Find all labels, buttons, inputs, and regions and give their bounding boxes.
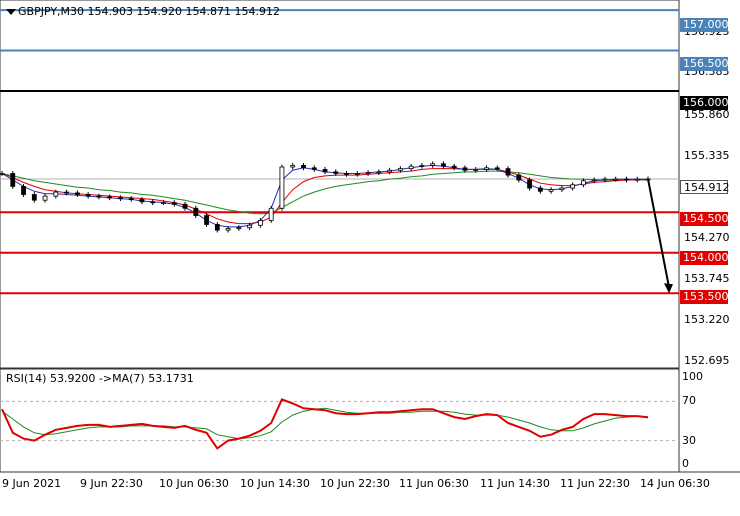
candle-body bbox=[311, 167, 317, 170]
forecast-arrow-shaft bbox=[647, 178, 670, 288]
candle-body bbox=[333, 171, 339, 174]
candle-body bbox=[21, 186, 26, 195]
candle-body bbox=[301, 164, 306, 169]
candle-body bbox=[451, 165, 457, 169]
candle-body bbox=[494, 167, 500, 170]
candle-body bbox=[430, 163, 436, 166]
candle-body bbox=[247, 224, 253, 229]
candle-body bbox=[365, 172, 371, 175]
candle-body bbox=[484, 167, 489, 170]
candle-body bbox=[139, 198, 145, 203]
candle-body bbox=[354, 173, 360, 175]
candle-body bbox=[473, 169, 479, 171]
forecast-arrow-head bbox=[664, 283, 673, 294]
candle-body bbox=[559, 187, 565, 191]
candle-body bbox=[624, 178, 629, 181]
candle-body bbox=[64, 191, 69, 194]
candle-body bbox=[419, 164, 425, 167]
candle-body bbox=[96, 195, 102, 198]
candle-body bbox=[182, 203, 188, 209]
candle-body bbox=[376, 171, 382, 174]
candle-body bbox=[505, 168, 511, 176]
candle-body bbox=[193, 207, 199, 216]
candle-body bbox=[118, 197, 123, 200]
candle-body bbox=[279, 166, 285, 209]
candle-body bbox=[53, 191, 59, 197]
candle-body bbox=[397, 168, 403, 171]
candle-body bbox=[128, 198, 134, 200]
candle-body bbox=[268, 207, 274, 221]
candle-body bbox=[537, 187, 543, 192]
candle-body bbox=[74, 192, 80, 195]
candle-body bbox=[548, 189, 554, 192]
candle-body bbox=[214, 224, 220, 231]
candle-body bbox=[581, 180, 586, 186]
candle-body bbox=[516, 174, 522, 181]
candle-body bbox=[290, 164, 296, 168]
candle-body bbox=[171, 202, 177, 205]
candle-body bbox=[236, 227, 242, 230]
chart-canvas[interactable] bbox=[0, 0, 740, 512]
candle-body bbox=[225, 228, 231, 231]
candle-body bbox=[85, 194, 91, 197]
candle-body bbox=[634, 178, 640, 181]
candle-body bbox=[150, 201, 156, 204]
candle-body bbox=[387, 169, 393, 173]
candle-body bbox=[570, 184, 576, 189]
candle-body bbox=[161, 202, 166, 205]
candle-body bbox=[204, 215, 209, 225]
trading-chart[interactable] bbox=[0, 0, 740, 512]
price-series bbox=[0, 161, 651, 233]
candle-body bbox=[10, 173, 16, 187]
candle-body bbox=[527, 179, 532, 189]
rsi-pane-frame bbox=[0, 368, 680, 473]
rsi-series bbox=[0, 398, 679, 450]
candle-body bbox=[613, 178, 619, 181]
candle-body bbox=[257, 219, 263, 226]
candle-body bbox=[0, 173, 5, 175]
candle-body bbox=[31, 194, 37, 201]
candle-body bbox=[42, 195, 48, 201]
candle-body bbox=[322, 169, 328, 173]
horizontal-levels bbox=[0, 9, 679, 295]
candle-body bbox=[107, 196, 113, 199]
candle-body bbox=[408, 165, 414, 170]
forecast-arrow bbox=[647, 178, 673, 294]
candle-body bbox=[441, 163, 446, 167]
candle-body bbox=[344, 173, 349, 175]
candle-body bbox=[602, 178, 608, 181]
candle-body bbox=[591, 179, 597, 182]
candle-body bbox=[462, 167, 468, 171]
price-pane-frame bbox=[0, 0, 680, 369]
